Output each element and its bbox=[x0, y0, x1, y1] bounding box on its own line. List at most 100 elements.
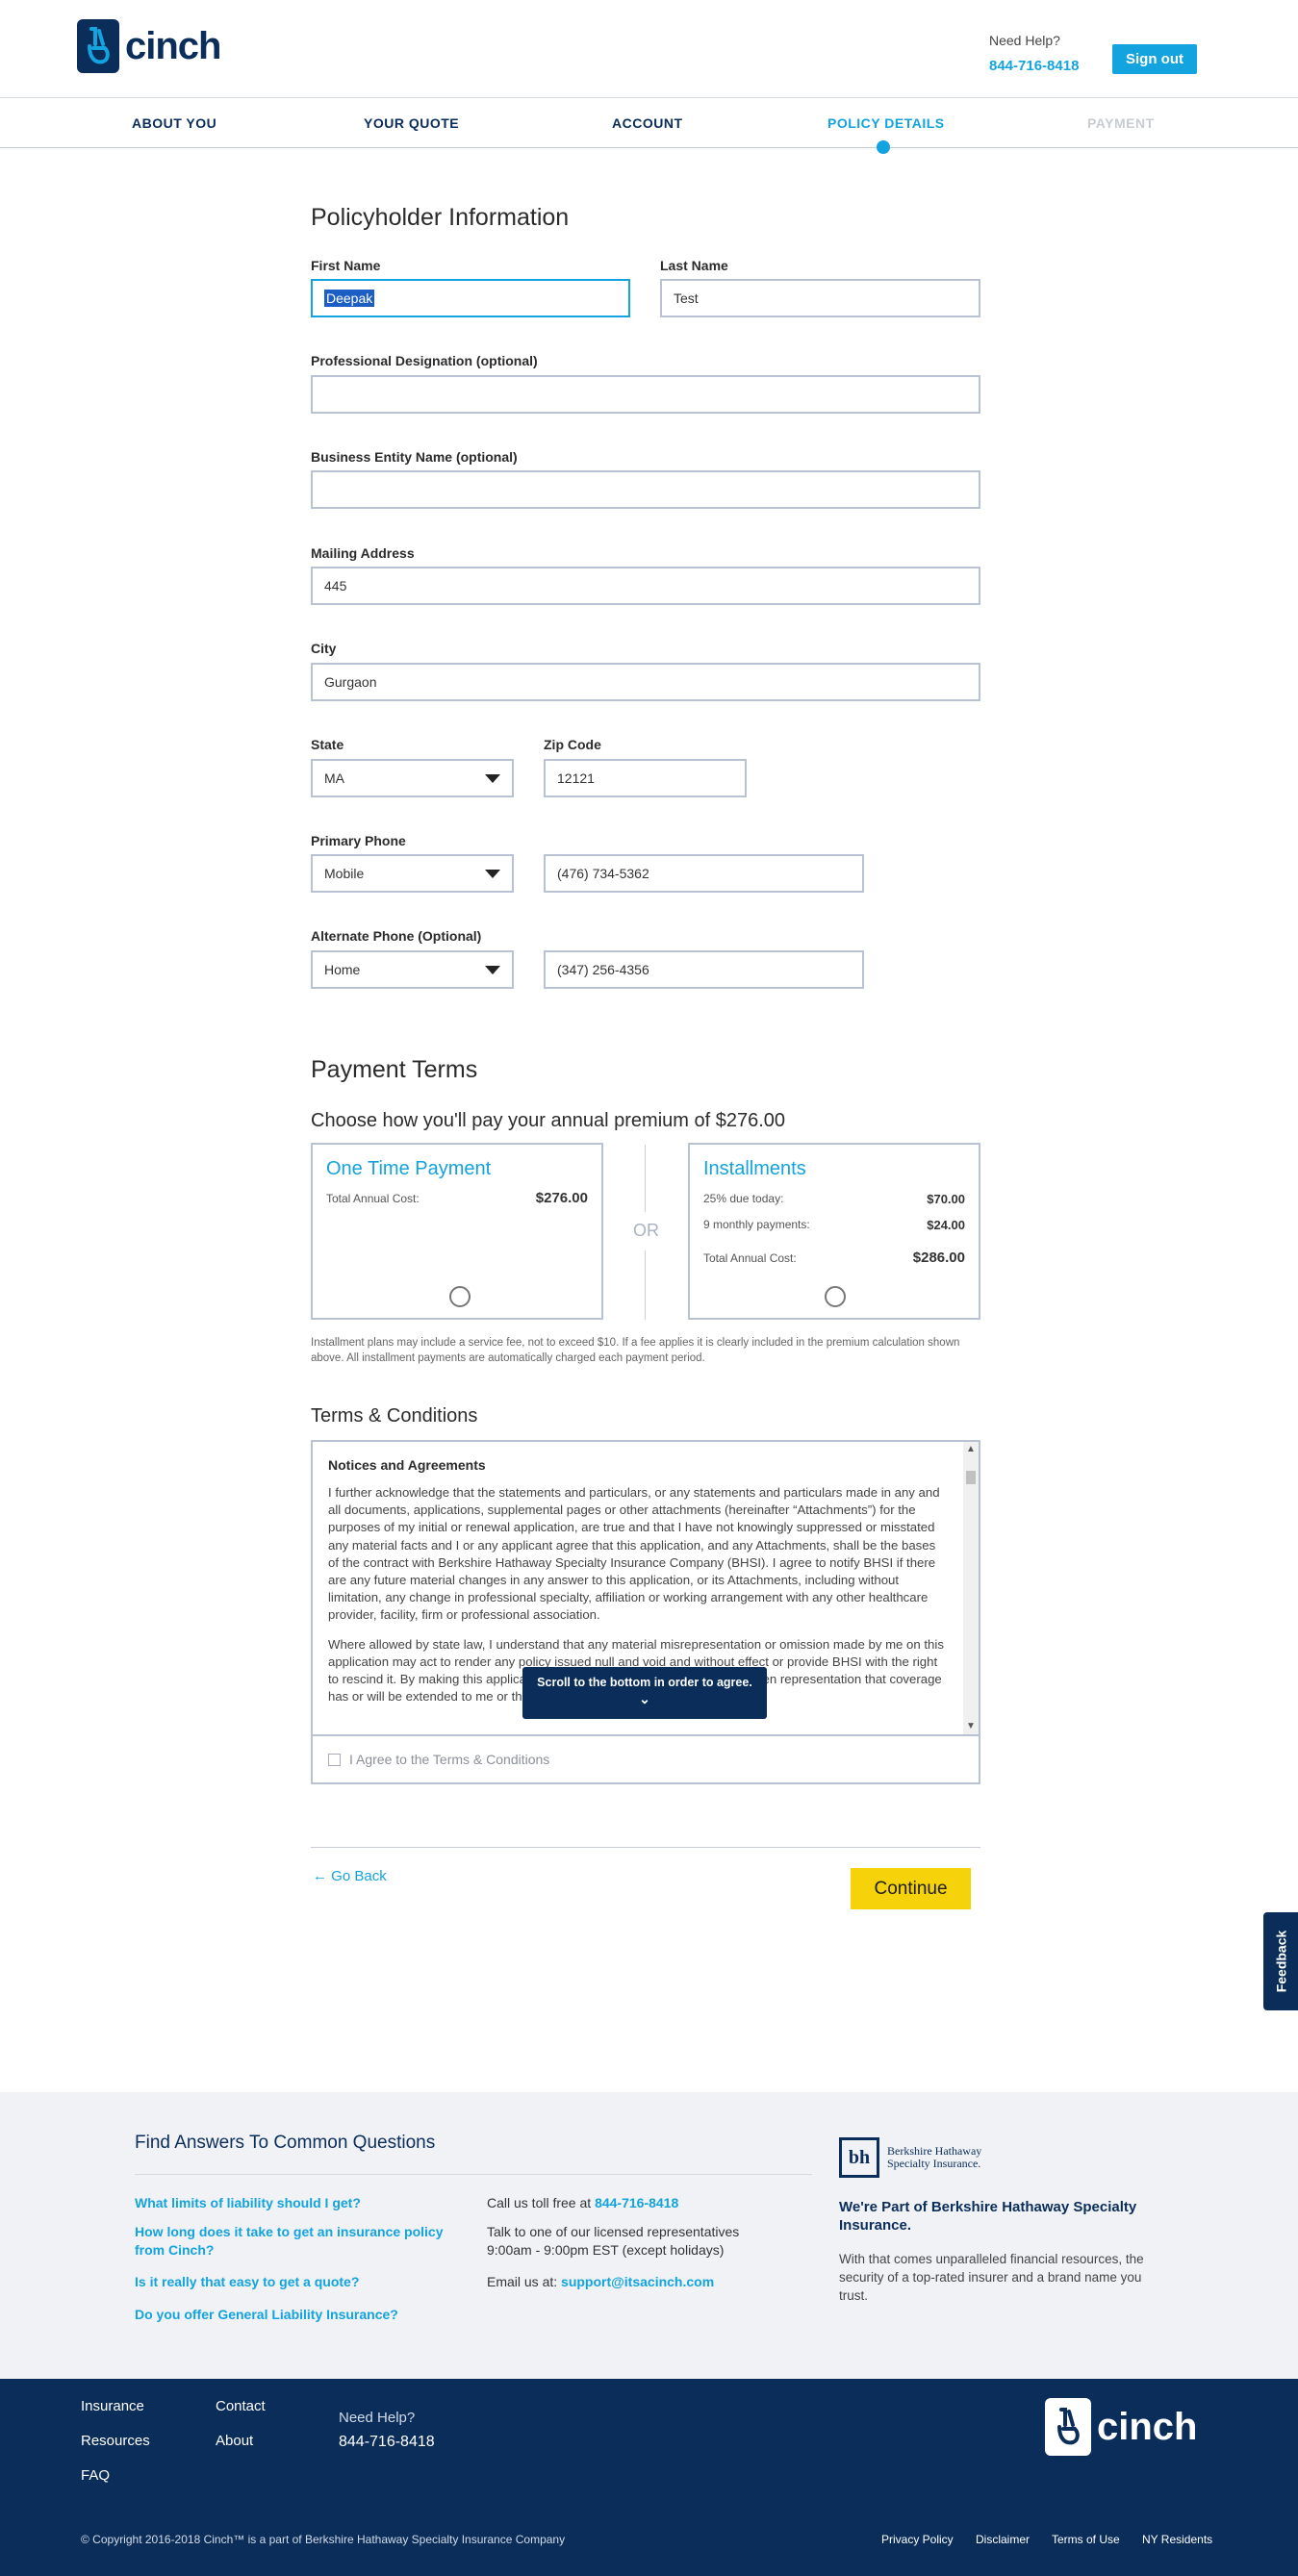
primary-phone-type-select[interactable]: Mobile bbox=[311, 854, 514, 893]
or-divider-bottom bbox=[645, 1250, 646, 1320]
help-phone-link[interactable]: 844-716-8418 bbox=[989, 58, 1079, 74]
terms-scrollbar[interactable]: ▲ ▼ bbox=[963, 1442, 979, 1734]
berkshire-hathaway-logo: bh Berkshire Hathaway Specialty Insuranc… bbox=[839, 2137, 993, 2178]
footer-help-phone[interactable]: 844-716-8418 bbox=[339, 2434, 435, 2451]
city-field[interactable]: Gurgaon bbox=[311, 663, 980, 701]
bh-logo-mark: bh bbox=[839, 2137, 879, 2178]
footer-help-label: Need Help? bbox=[339, 2410, 416, 2426]
help-label: Need Help? bbox=[989, 33, 1060, 48]
footer-link-faq[interactable]: FAQ bbox=[81, 2467, 110, 2484]
site-footer: Insurance Resources FAQ Contact About Ne… bbox=[0, 2379, 1298, 2576]
bh-logo-name: Berkshire Hathaway Specialty Insurance. bbox=[887, 2144, 982, 2170]
terms-paragraph-1: I further acknowledge that the statement… bbox=[328, 1485, 940, 1623]
step-account[interactable]: ACCOUNT bbox=[612, 115, 683, 131]
faq-call-line: Call us toll free at 844-716-8418 bbox=[487, 2194, 678, 2212]
tooltip-text: Scroll to the bottom in order to agree. bbox=[537, 1676, 752, 1689]
scroll-down-icon[interactable]: ▼ bbox=[966, 1721, 976, 1731]
terms-title: Terms & Conditions bbox=[311, 1405, 478, 1427]
faq-email-link[interactable]: support@itsacinch.com bbox=[561, 2274, 714, 2289]
installment-disclaimer: Installment plans may include a service … bbox=[311, 1337, 960, 1364]
go-back-label: Go Back bbox=[331, 1868, 387, 1884]
disclaimer-link[interactable]: Disclaimer bbox=[976, 2533, 1030, 2546]
policyholder-title: Policyholder Information bbox=[311, 204, 570, 231]
one-time-total-value: $276.00 bbox=[535, 1190, 588, 1206]
feedback-tab[interactable]: Feedback bbox=[1263, 1912, 1298, 2010]
or-label: OR bbox=[633, 1221, 659, 1240]
cinch-hand-icon bbox=[77, 19, 119, 73]
footer-cinch-logo[interactable]: cinch bbox=[1045, 2398, 1197, 2456]
bh-text: With that comes unparalleled financial r… bbox=[839, 2252, 1144, 2303]
primary-phone-type-value: Mobile bbox=[324, 866, 365, 881]
footer-link-insurance[interactable]: Insurance bbox=[81, 2398, 144, 2414]
primary-phone-field[interactable]: (476) 734-5362 bbox=[544, 854, 864, 893]
one-time-payment-radio[interactable] bbox=[449, 1286, 471, 1307]
payment-subtitle: Choose how you'll pay your annual premiu… bbox=[311, 1110, 786, 1131]
agree-label: I Agree to the Terms & Conditions bbox=[349, 1752, 550, 1767]
first-name-value: Deepak bbox=[324, 290, 375, 307]
terms-heading: Notices and Agreements bbox=[328, 1457, 486, 1473]
installments-card[interactable]: Installments 25% due today: $70.00 9 mon… bbox=[688, 1143, 980, 1320]
cinch-hand-icon bbox=[1045, 2398, 1091, 2456]
scrollbar-thumb[interactable] bbox=[966, 1471, 976, 1484]
step-your-quote[interactable]: YOUR QUOTE bbox=[364, 115, 459, 131]
installments-title: Installments bbox=[703, 1158, 806, 1179]
one-time-payment-card[interactable]: One Time Payment Total Annual Cost: $276… bbox=[311, 1143, 603, 1320]
header-help: Need Help? 844-716-8418 bbox=[989, 33, 1079, 74]
state-value: MA bbox=[324, 770, 344, 786]
agree-checkbox[interactable] bbox=[328, 1753, 341, 1766]
due-today-value: $70.00 bbox=[927, 1192, 965, 1206]
step-about-you[interactable]: ABOUT YOU bbox=[132, 115, 216, 131]
installments-total-value: $286.00 bbox=[912, 1250, 965, 1266]
faq-question-2[interactable]: How long does it take to get an insuranc… bbox=[135, 2223, 462, 2260]
faq-phone-link[interactable]: 844-716-8418 bbox=[595, 2195, 678, 2210]
state-select[interactable]: MA bbox=[311, 759, 514, 797]
first-name-label: First Name bbox=[311, 258, 381, 273]
faq-talk-text: Talk to one of our licensed representati… bbox=[487, 2224, 740, 2258]
site-header: cinch Need Help? 844-716-8418 Sign out bbox=[0, 0, 1298, 98]
monthly-payments-label: 9 monthly payments: bbox=[703, 1218, 810, 1231]
alternate-phone-type-select[interactable]: Home bbox=[311, 950, 514, 989]
last-name-label: Last Name bbox=[660, 258, 728, 273]
cinch-logo[interactable]: cinch bbox=[77, 19, 221, 73]
city-label: City bbox=[311, 641, 337, 656]
go-back-link[interactable]: ← Go Back bbox=[313, 1868, 387, 1884]
continue-button[interactable]: Continue bbox=[851, 1868, 971, 1909]
scroll-up-icon[interactable]: ▲ bbox=[966, 1444, 976, 1454]
designation-label: Professional Designation (optional) bbox=[311, 353, 538, 368]
installments-total-label: Total Annual Cost: bbox=[703, 1251, 797, 1265]
alternate-phone-type-value: Home bbox=[324, 962, 361, 977]
entity-name-label: Business Entity Name (optional) bbox=[311, 449, 518, 465]
alternate-phone-field[interactable]: (347) 256-4356 bbox=[544, 950, 864, 989]
faq-question-3[interactable]: Is it really that easy to get a quote? bbox=[135, 2273, 423, 2291]
installments-radio[interactable] bbox=[825, 1286, 846, 1307]
chevron-down-icon bbox=[485, 965, 500, 974]
entity-name-field[interactable] bbox=[311, 470, 980, 509]
designation-field[interactable] bbox=[311, 375, 980, 414]
terms-box: Notices and Agreements I further acknowl… bbox=[311, 1440, 980, 1784]
footer-link-contact[interactable]: Contact bbox=[216, 2398, 266, 2414]
email-prefix: Email us at: bbox=[487, 2274, 558, 2289]
first-name-field[interactable]: Deepak bbox=[311, 279, 630, 317]
zip-code-field[interactable]: 12121 bbox=[544, 759, 747, 797]
faq-section: Find Answers To Common Questions What li… bbox=[0, 2092, 1298, 2379]
agree-terms-checkbox-row[interactable]: I Agree to the Terms & Conditions bbox=[328, 1752, 549, 1767]
last-name-field[interactable]: Test bbox=[660, 279, 980, 317]
ny-residents-link[interactable]: NY Residents bbox=[1142, 2533, 1212, 2546]
primary-phone-label: Primary Phone bbox=[311, 833, 406, 848]
monthly-payments-value: $24.00 bbox=[927, 1218, 965, 1232]
terms-of-use-link[interactable]: Terms of Use bbox=[1052, 2533, 1120, 2546]
footer-link-resources[interactable]: Resources bbox=[81, 2433, 150, 2449]
actions-divider bbox=[311, 1847, 980, 1848]
step-payment: PAYMENT bbox=[1087, 115, 1155, 131]
privacy-policy-link[interactable]: Privacy Policy bbox=[881, 2533, 954, 2546]
step-policy-details[interactable]: POLICY DETAILS bbox=[827, 115, 945, 131]
one-time-payment-title: One Time Payment bbox=[326, 1158, 492, 1179]
faq-question-4[interactable]: Do you offer General Liability Insurance… bbox=[135, 2306, 423, 2324]
progress-steps: ABOUT YOU YOUR QUOTE ACCOUNT POLICY DETA… bbox=[0, 98, 1298, 148]
copyright-text: © Copyright 2016-2018 Cinch™ is a part o… bbox=[81, 2533, 566, 2546]
faq-question-1[interactable]: What limits of liability should I get? bbox=[135, 2194, 423, 2212]
footer-link-about[interactable]: About bbox=[216, 2433, 253, 2449]
mailing-address-field[interactable]: 445 bbox=[311, 567, 980, 605]
logo-text: cinch bbox=[125, 24, 221, 67]
sign-out-button[interactable]: Sign out bbox=[1112, 44, 1197, 74]
